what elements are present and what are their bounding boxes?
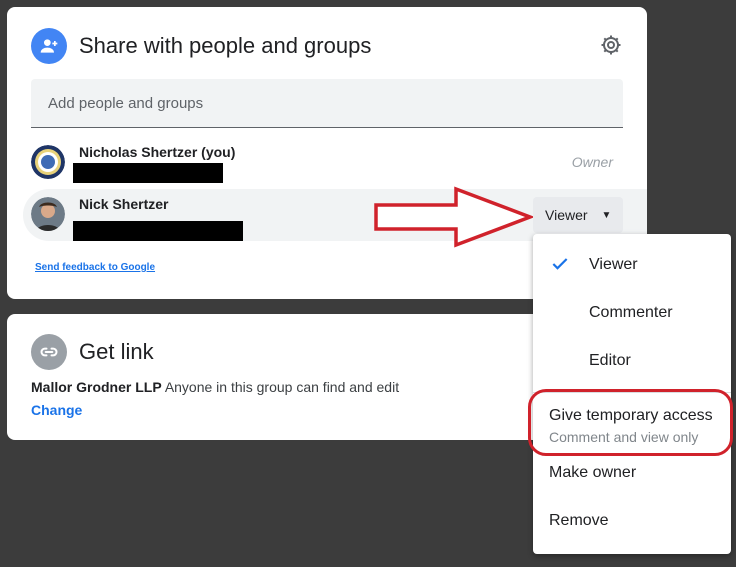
menu-item-label: Remove: [549, 512, 609, 529]
role-dropdown-button[interactable]: Viewer ▼: [533, 197, 623, 233]
avatar: [31, 197, 65, 231]
change-link-button[interactable]: Change: [31, 402, 82, 418]
menu-item-label: Make owner: [549, 464, 637, 481]
person-name: Nick Shertzer: [79, 196, 169, 212]
link-icon: [31, 334, 67, 370]
caret-down-icon: ▼: [601, 209, 612, 221]
menu-item-sublabel: Comment and view only: [549, 429, 699, 445]
annotation-arrow: [374, 186, 533, 248]
role-menu: Viewer Commenter Editor Give temporary a…: [533, 234, 731, 554]
person-row-owner: Nicholas Shertzer (you) Owner: [23, 137, 647, 189]
menu-item-remove[interactable]: Remove: [533, 504, 731, 542]
check-icon: [550, 254, 570, 279]
get-link-title: Get link: [79, 339, 154, 364]
redacted-email: [73, 221, 243, 241]
menu-item-commenter[interactable]: Commenter: [533, 294, 731, 332]
share-title: Share with people and groups: [79, 33, 372, 58]
menu-item-label: Give temporary access: [549, 407, 713, 424]
role-dropdown-label: Viewer: [545, 207, 588, 223]
org-name: Mallor Grodner LLP: [31, 379, 162, 395]
gear-icon[interactable]: [599, 33, 623, 57]
menu-item-label: Viewer: [589, 256, 638, 273]
menu-divider: [533, 392, 731, 393]
access-text: Anyone in this group can find and edit: [164, 379, 400, 395]
owner-role-label: Owner: [571, 154, 613, 170]
link-access-description: Mallor Grodner LLP Anyone in this group …: [31, 379, 399, 395]
menu-item-label: Editor: [589, 352, 631, 369]
menu-item-make-owner[interactable]: Make owner: [533, 456, 731, 494]
add-people-input[interactable]: [31, 79, 623, 128]
send-feedback-link[interactable]: Send feedback to Google: [35, 262, 155, 273]
menu-item-editor[interactable]: Editor: [533, 342, 731, 380]
avatar: [31, 145, 65, 179]
person-name: Nicholas Shertzer (you): [79, 144, 236, 160]
menu-item-temporary-access[interactable]: Give temporary access Comment and view o…: [533, 398, 731, 450]
redacted-email: [73, 163, 223, 183]
menu-item-label: Commenter: [589, 304, 673, 321]
add-person-icon: [31, 28, 67, 64]
menu-item-viewer[interactable]: Viewer: [533, 246, 731, 284]
